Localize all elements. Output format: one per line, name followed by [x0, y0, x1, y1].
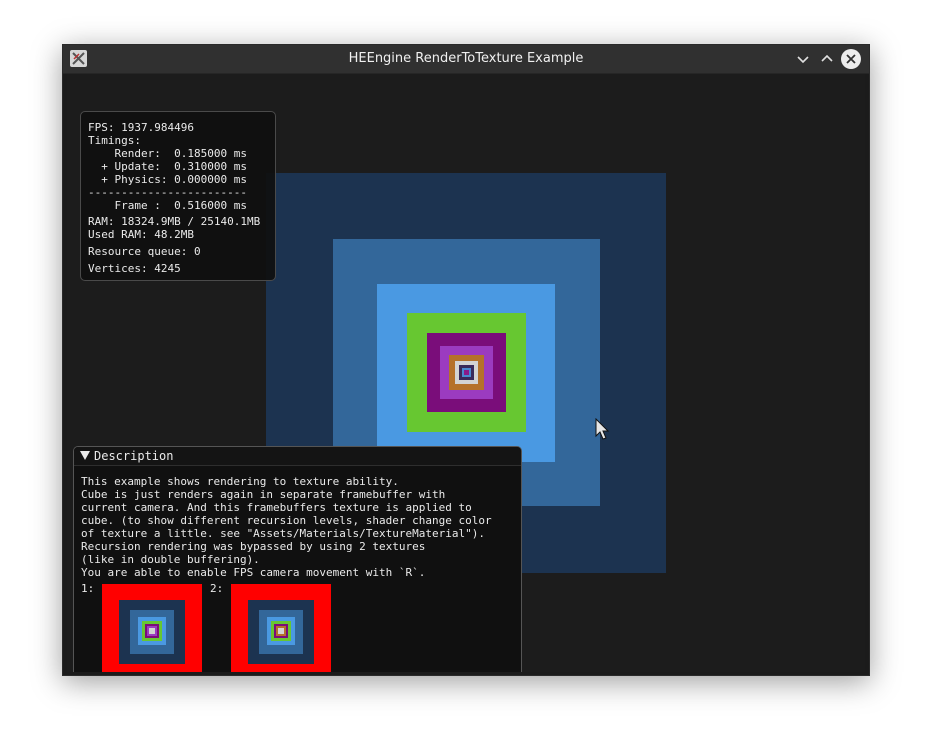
chevron-up-icon — [821, 54, 833, 62]
texture-2-label: 2: — [210, 582, 224, 595]
texture-1-label: 1: — [81, 582, 95, 595]
mouse-cursor-icon — [595, 418, 610, 440]
update-timing: + Update: 0.310000 ms — [88, 160, 247, 173]
frame-timing: Frame : 0.516000 ms — [88, 199, 247, 212]
collapse-arrow-icon[interactable] — [80, 451, 90, 460]
description-line: of texture a little. see "Assets/Materia… — [81, 527, 485, 540]
render-timing: Render: 0.185000 ms — [88, 147, 247, 160]
render-viewport[interactable]: FPS: 1937.984496 Timings: Render: 0.1850… — [67, 74, 865, 672]
physics-timing: + Physics: 0.000000 ms — [88, 173, 247, 186]
description-line: cube. (to show different recursion level… — [81, 514, 492, 527]
window-title: HEEngine RenderToTexture Example — [348, 51, 584, 66]
stats-separator: ------------------------ — [88, 186, 247, 199]
resource-queue-text: Resource queue: 0 — [88, 245, 201, 258]
description-line: Recursion rendering was bypassed by usin… — [81, 540, 426, 553]
cube-layer-11 — [464, 370, 469, 375]
texture-2-preview — [231, 584, 331, 672]
used-ram-text: Used RAM: 48.2MB — [88, 228, 194, 241]
fps-text: FPS: 1937.984496 — [88, 121, 194, 134]
ram-text: RAM: 18324.9MB / 25140.1MB — [88, 215, 261, 228]
description-title: Description — [94, 449, 174, 463]
minimize-button[interactable] — [793, 49, 813, 69]
app-window: HEEngine RenderToTexture Example FPS: 19… — [62, 44, 870, 676]
description-line: You are able to enable FPS camera moveme… — [81, 566, 426, 579]
description-line: (like in double buffering). — [81, 553, 260, 566]
description-line: Cube is just renders again in separate f… — [81, 488, 446, 501]
description-line: This example shows rendering to texture … — [81, 475, 399, 488]
description-header[interactable]: Description — [74, 447, 521, 466]
vertices-text: Vertices: 4245 — [88, 262, 181, 275]
stats-overlay: FPS: 1937.984496 Timings: Render: 0.1850… — [80, 111, 276, 281]
texture-1-preview — [102, 584, 202, 672]
close-icon — [846, 54, 856, 64]
title-bar[interactable]: HEEngine RenderToTexture Example — [63, 45, 869, 74]
description-panel[interactable]: Description This example shows rendering… — [73, 446, 522, 672]
close-button[interactable] — [841, 49, 861, 69]
maximize-button[interactable] — [817, 49, 837, 69]
timings-label: Timings: — [88, 134, 141, 147]
chevron-down-icon — [797, 56, 809, 64]
description-line: current camera. And this framebuffers te… — [81, 501, 472, 514]
